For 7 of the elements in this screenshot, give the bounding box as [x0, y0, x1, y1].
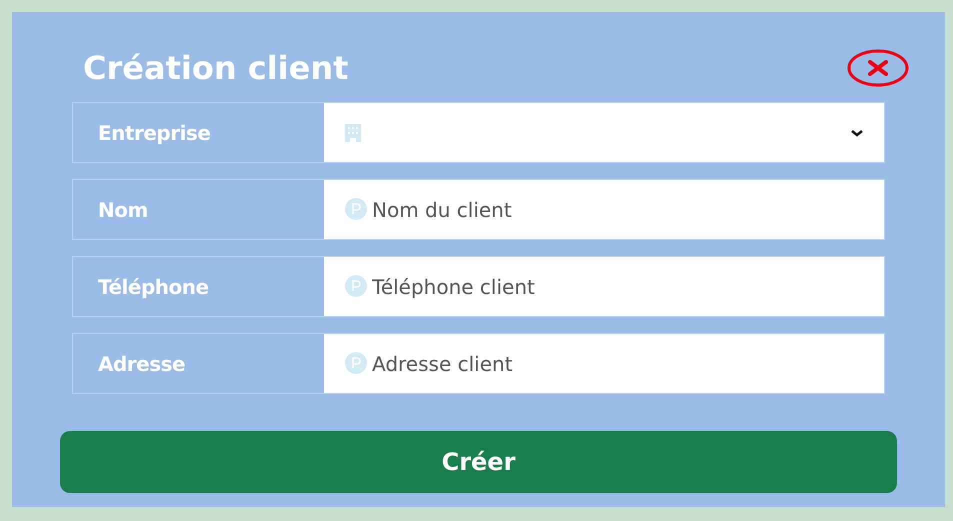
close-icon — [846, 48, 910, 88]
chevron-down-icon — [850, 128, 864, 138]
dialog-title: Création client — [83, 48, 348, 86]
building-icon — [344, 122, 362, 142]
close-button[interactable] — [846, 48, 910, 88]
field-label: Entreprise — [97, 120, 212, 146]
create-button[interactable]: Créer — [60, 431, 897, 493]
